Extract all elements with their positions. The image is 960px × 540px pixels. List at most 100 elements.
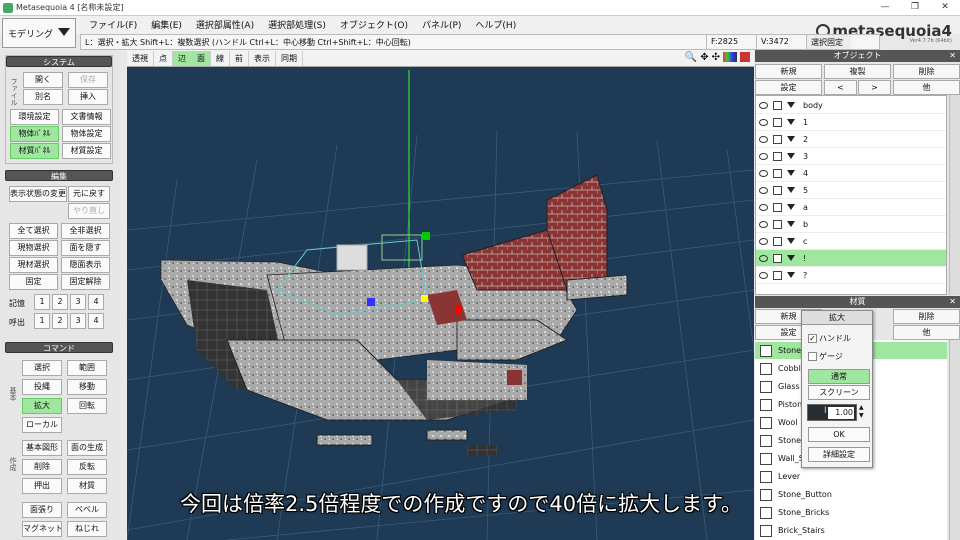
chevron-down-icon[interactable] (787, 272, 795, 278)
material-row[interactable]: Brick_Stairs (755, 522, 947, 539)
menu-file[interactable]: ファイル(F) (82, 17, 144, 32)
chevron-down-icon[interactable] (787, 255, 795, 261)
vertex-mode-button[interactable]: 点 (154, 50, 173, 66)
material-row[interactable]: Lever (755, 468, 947, 485)
object-row[interactable]: 2 (756, 131, 946, 148)
face-mode-button[interactable]: 面 (192, 50, 211, 66)
display-change-button[interactable]: 表示状態の変更 (9, 186, 67, 202)
3d-viewport[interactable]: 透視 点 辺 面 線 前 表示 同期 🔍 ✥ ✣ (127, 50, 754, 540)
menu-select-attr[interactable]: 選択部属性(A) (189, 17, 261, 32)
eye-icon[interactable] (759, 152, 768, 160)
eye-icon[interactable] (759, 135, 768, 143)
chevron-down-icon[interactable] (787, 170, 795, 176)
ok-button[interactable]: OK (808, 427, 870, 442)
front-button[interactable]: 前 (230, 50, 249, 66)
screen-mode-button[interactable]: スクリーン (808, 385, 870, 400)
menu-help[interactable]: ヘルプ(H) (468, 17, 523, 32)
lock-checkbox[interactable] (773, 185, 782, 195)
memory-1-button[interactable]: 1 (34, 294, 50, 310)
object-row[interactable]: 3 (756, 148, 946, 165)
insert-button[interactable]: 挿入 (68, 89, 108, 105)
memory-2-button[interactable]: 2 (52, 294, 68, 310)
menu-object[interactable]: オブジェクト(O) (333, 17, 415, 32)
chevron-down-icon[interactable] (787, 102, 795, 108)
material-delete-button[interactable]: 削除 (893, 309, 960, 324)
face-generate-button[interactable]: 面の生成 (67, 440, 107, 456)
object-new-button[interactable]: 新規 (755, 64, 822, 79)
menu-select-proc[interactable]: 選択部処理(S) (261, 17, 333, 32)
saveas-button[interactable]: 別名 (23, 89, 63, 105)
eye-icon[interactable] (759, 271, 768, 279)
line-mode-button[interactable]: 線 (211, 50, 230, 66)
hide-face-button[interactable]: 面を隠す (61, 240, 110, 256)
maximize-button[interactable]: ❐ (900, 0, 930, 15)
object-panel-button[interactable]: 物体ﾊﾟﾈﾙ (10, 126, 59, 142)
lock-checkbox[interactable] (773, 253, 782, 263)
object-row[interactable]: ? (756, 267, 946, 284)
eye-icon[interactable] (759, 118, 768, 126)
move-icon[interactable]: ✥ (700, 52, 708, 63)
lasso-tool-button[interactable]: 投縄 (22, 379, 62, 395)
recall-4-button[interactable]: 4 (88, 313, 104, 329)
gauge-checkbox[interactable]: ゲージ (808, 351, 843, 362)
extrude-button[interactable]: 押出 (22, 478, 62, 494)
face-wrap-button[interactable]: 面張り (22, 502, 62, 518)
sync-button[interactable]: 同期 (276, 50, 303, 66)
object-list[interactable]: body 1 2 3 4 5 a b c ! ? (755, 95, 947, 295)
lock-checkbox[interactable] (773, 236, 782, 246)
eye-icon[interactable] (759, 186, 768, 194)
bevel-button[interactable]: ベベル (67, 502, 107, 518)
object-delete-button[interactable]: 削除 (893, 64, 960, 79)
object-other-button[interactable]: 他 (893, 80, 960, 95)
lock-checkbox[interactable] (773, 168, 782, 178)
lock-checkbox[interactable] (773, 202, 782, 212)
select-all-button[interactable]: 全て選択 (9, 223, 58, 239)
object-row[interactable]: 1 (756, 114, 946, 131)
select-fixed-button[interactable]: 選択固定 (806, 35, 851, 49)
close-icon[interactable]: ✕ (949, 50, 956, 62)
handle-checkbox[interactable]: ✓ ハンドル (808, 333, 851, 344)
memory-3-button[interactable]: 3 (70, 294, 86, 310)
perspective-button[interactable]: 透視 (127, 50, 154, 66)
material-row[interactable]: Stone_Bricks (755, 504, 947, 521)
redo-button[interactable]: やり直し (68, 203, 110, 219)
rotate-icon[interactable]: ✣ (712, 52, 720, 63)
eye-icon[interactable] (759, 254, 768, 262)
close-button[interactable]: ✕ (930, 0, 960, 15)
memory-4-button[interactable]: 4 (88, 294, 104, 310)
lock-checkbox[interactable] (773, 270, 782, 280)
object-copy-button[interactable]: 複製 (824, 64, 891, 79)
edge-mode-button[interactable]: 辺 (173, 50, 192, 66)
color-icon[interactable] (723, 52, 737, 62)
menu-panel[interactable]: パネル(P) (415, 17, 468, 32)
minimize-button[interactable]: — (870, 0, 900, 15)
primitive-button[interactable]: 基本図形 (22, 440, 62, 456)
twist-button[interactable]: ねじれ (67, 521, 107, 537)
deselect-all-button[interactable]: 全非選択 (61, 223, 110, 239)
material-list-scrollbar[interactable] (949, 340, 960, 540)
chevron-down-icon[interactable] (787, 221, 795, 227)
lock-checkbox[interactable] (773, 100, 782, 110)
env-settings-button[interactable]: 環境設定 (10, 109, 59, 125)
fix-button[interactable]: 固定 (9, 274, 58, 290)
layout-icon[interactable] (740, 52, 750, 62)
unfix-button[interactable]: 固定解除 (61, 274, 110, 290)
eye-icon[interactable] (759, 220, 768, 228)
doc-info-button[interactable]: 文書情報 (62, 109, 111, 125)
material-other-button[interactable]: 他 (893, 325, 960, 340)
select-current-material-button[interactable]: 現材選択 (9, 257, 58, 273)
chevron-down-icon[interactable] (787, 238, 795, 244)
object-row[interactable]: a (756, 199, 946, 216)
eye-icon[interactable] (759, 169, 768, 177)
zoom-icon[interactable]: 🔍 (685, 52, 697, 63)
material-tool-button[interactable]: 材質 (67, 478, 107, 494)
eye-icon[interactable] (759, 101, 768, 109)
show-hidden-button[interactable]: 隠面表示 (61, 257, 110, 273)
material-panel-button[interactable]: 材質ﾊﾟﾈﾙ (10, 143, 59, 159)
range-tool-button[interactable]: 範囲 (67, 360, 107, 376)
object-row-selected[interactable]: ! (756, 250, 946, 267)
move-tool-button[interactable]: 移動 (67, 379, 107, 395)
display-button[interactable]: 表示 (249, 50, 276, 66)
flip-button[interactable]: 反転 (67, 459, 107, 475)
object-row[interactable]: 5 (756, 182, 946, 199)
